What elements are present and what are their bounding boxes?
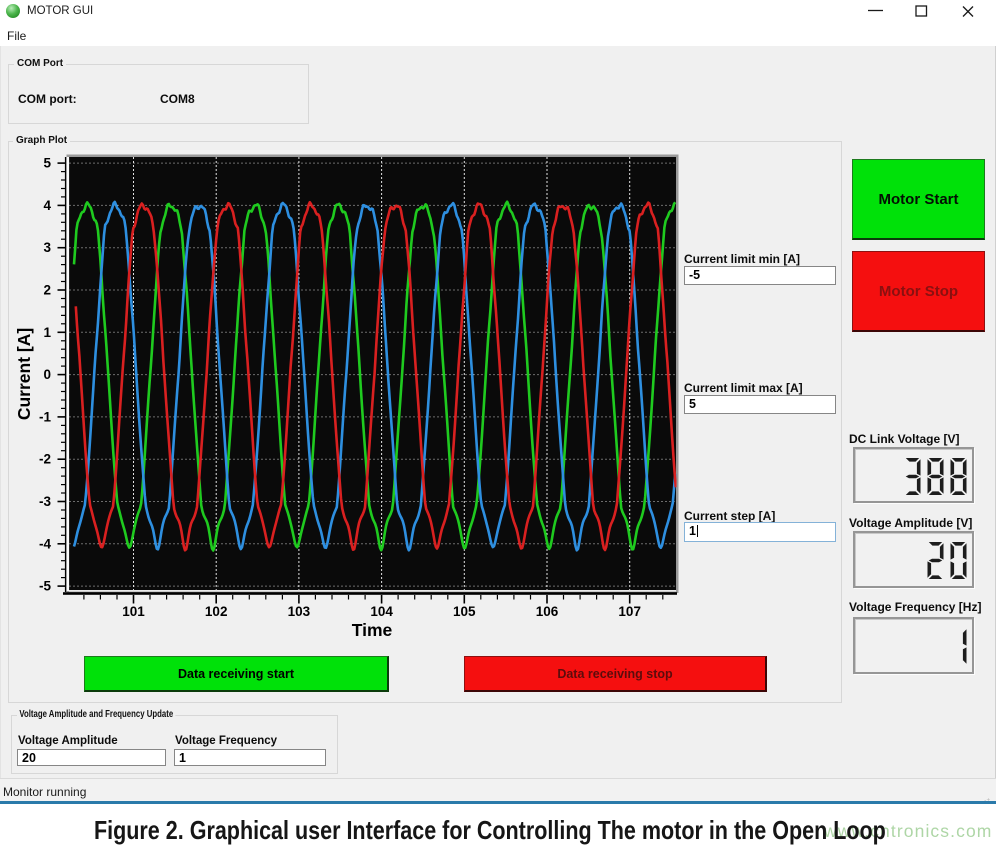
- svg-text:Time: Time: [352, 620, 393, 640]
- svg-text:2: 2: [43, 283, 51, 298]
- svg-text:105: 105: [453, 604, 476, 619]
- svg-text:-1: -1: [39, 409, 51, 424]
- svg-text:5: 5: [43, 156, 51, 171]
- svg-text:104: 104: [370, 604, 393, 619]
- svg-text:-4: -4: [39, 536, 51, 551]
- svg-text:-2: -2: [39, 452, 51, 467]
- svg-text:1: 1: [43, 325, 51, 340]
- svg-text:-3: -3: [39, 494, 51, 509]
- svg-text:103: 103: [288, 604, 311, 619]
- svg-text:0: 0: [43, 367, 51, 382]
- svg-text:101: 101: [122, 604, 145, 619]
- svg-text:3: 3: [43, 240, 51, 255]
- svg-text:107: 107: [618, 604, 641, 619]
- svg-text:Current [A]: Current [A]: [14, 328, 34, 420]
- svg-text:102: 102: [205, 604, 228, 619]
- svg-text:-5: -5: [39, 579, 51, 594]
- svg-text:4: 4: [43, 198, 51, 213]
- svg-text:106: 106: [536, 604, 559, 619]
